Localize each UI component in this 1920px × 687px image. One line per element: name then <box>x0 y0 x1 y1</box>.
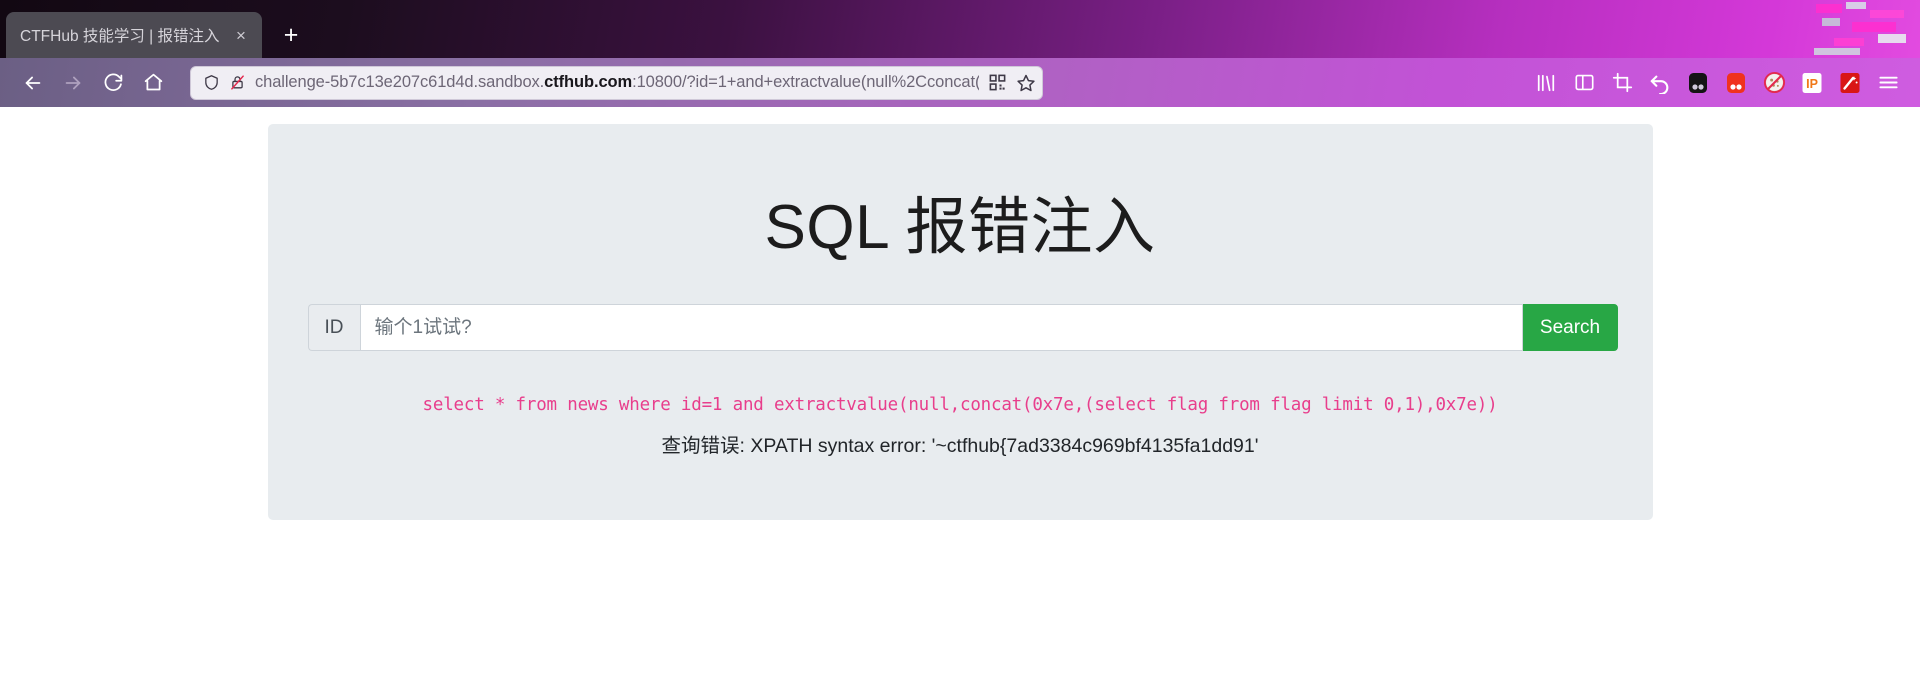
search-form: ID Search <box>307 304 1618 351</box>
id-search-input[interactable] <box>359 304 1523 351</box>
hamburger-menu-icon[interactable] <box>1870 67 1906 99</box>
page-title: SQL 报错注入 <box>764 193 1156 262</box>
url-suffix: :10800/?id=1+and+extractvalue(null%2Ccon… <box>632 73 979 91</box>
page-viewport: SQL 报错注入 ID Search select * from news wh… <box>0 107 1920 687</box>
close-icon[interactable]: × <box>228 22 254 48</box>
ip-extension-icon[interactable]: IP <box>1794 67 1830 99</box>
sql-query-text: select * from news where id=1 and extrac… <box>422 395 1498 415</box>
shield-icon[interactable] <box>203 74 220 91</box>
home-icon[interactable] <box>134 66 172 100</box>
search-button[interactable]: Search <box>1522 304 1618 351</box>
tab-title: CTFHub 技能学习 | 报错注入 <box>20 28 220 45</box>
no-cookie-icon[interactable] <box>1756 67 1792 99</box>
red-extension-icon[interactable] <box>1718 67 1754 99</box>
browser-titlebar: CTFHub 技能学习 | 报错注入 × + <box>0 0 1920 58</box>
error-message-text: 查询错误: XPATH syntax error: '~ctfhub{7ad33… <box>661 435 1259 457</box>
back-icon[interactable] <box>14 66 52 100</box>
decorative-glitch-graphic <box>1808 0 1920 58</box>
new-tab-button[interactable]: + <box>274 18 308 52</box>
black-extension-icon[interactable] <box>1680 67 1716 99</box>
browser-toolbar-extensions: IP <box>1528 67 1906 99</box>
sidebar-icon[interactable] <box>1566 67 1602 99</box>
bookmark-star-icon[interactable] <box>1016 73 1036 93</box>
url-text[interactable]: challenge-5b7c13e207c61d4d.sandbox.ctfhu… <box>255 73 979 92</box>
lock-slashed-icon[interactable] <box>229 74 246 91</box>
browser-window: CTFHub 技能学习 | 报错注入 × + challenge-5b7c13e… <box>0 0 1920 687</box>
id-label: ID <box>307 304 360 351</box>
content-container: SQL 报错注入 ID Search select * from news wh… <box>267 124 1653 520</box>
screenshot-crop-icon[interactable] <box>1604 67 1640 99</box>
forward-icon[interactable] <box>54 66 92 100</box>
browser-tab[interactable]: CTFHub 技能学习 | 报错注入 × <box>6 12 262 58</box>
browser-navbar: challenge-5b7c13e207c61d4d.sandbox.ctfhu… <box>0 58 1920 107</box>
reload-icon[interactable] <box>94 66 132 100</box>
magic-wand-extension-icon[interactable] <box>1832 67 1868 99</box>
qr-code-icon[interactable] <box>988 73 1007 92</box>
svg-text:IP: IP <box>1806 77 1818 91</box>
url-bar[interactable]: challenge-5b7c13e207c61d4d.sandbox.ctfhu… <box>190 65 1043 100</box>
undo-arrow-icon[interactable] <box>1642 67 1678 99</box>
url-host: ctfhub.com <box>544 73 633 91</box>
url-prefix: challenge-5b7c13e207c61d4d.sandbox. <box>255 73 545 91</box>
library-icon[interactable] <box>1528 67 1564 99</box>
